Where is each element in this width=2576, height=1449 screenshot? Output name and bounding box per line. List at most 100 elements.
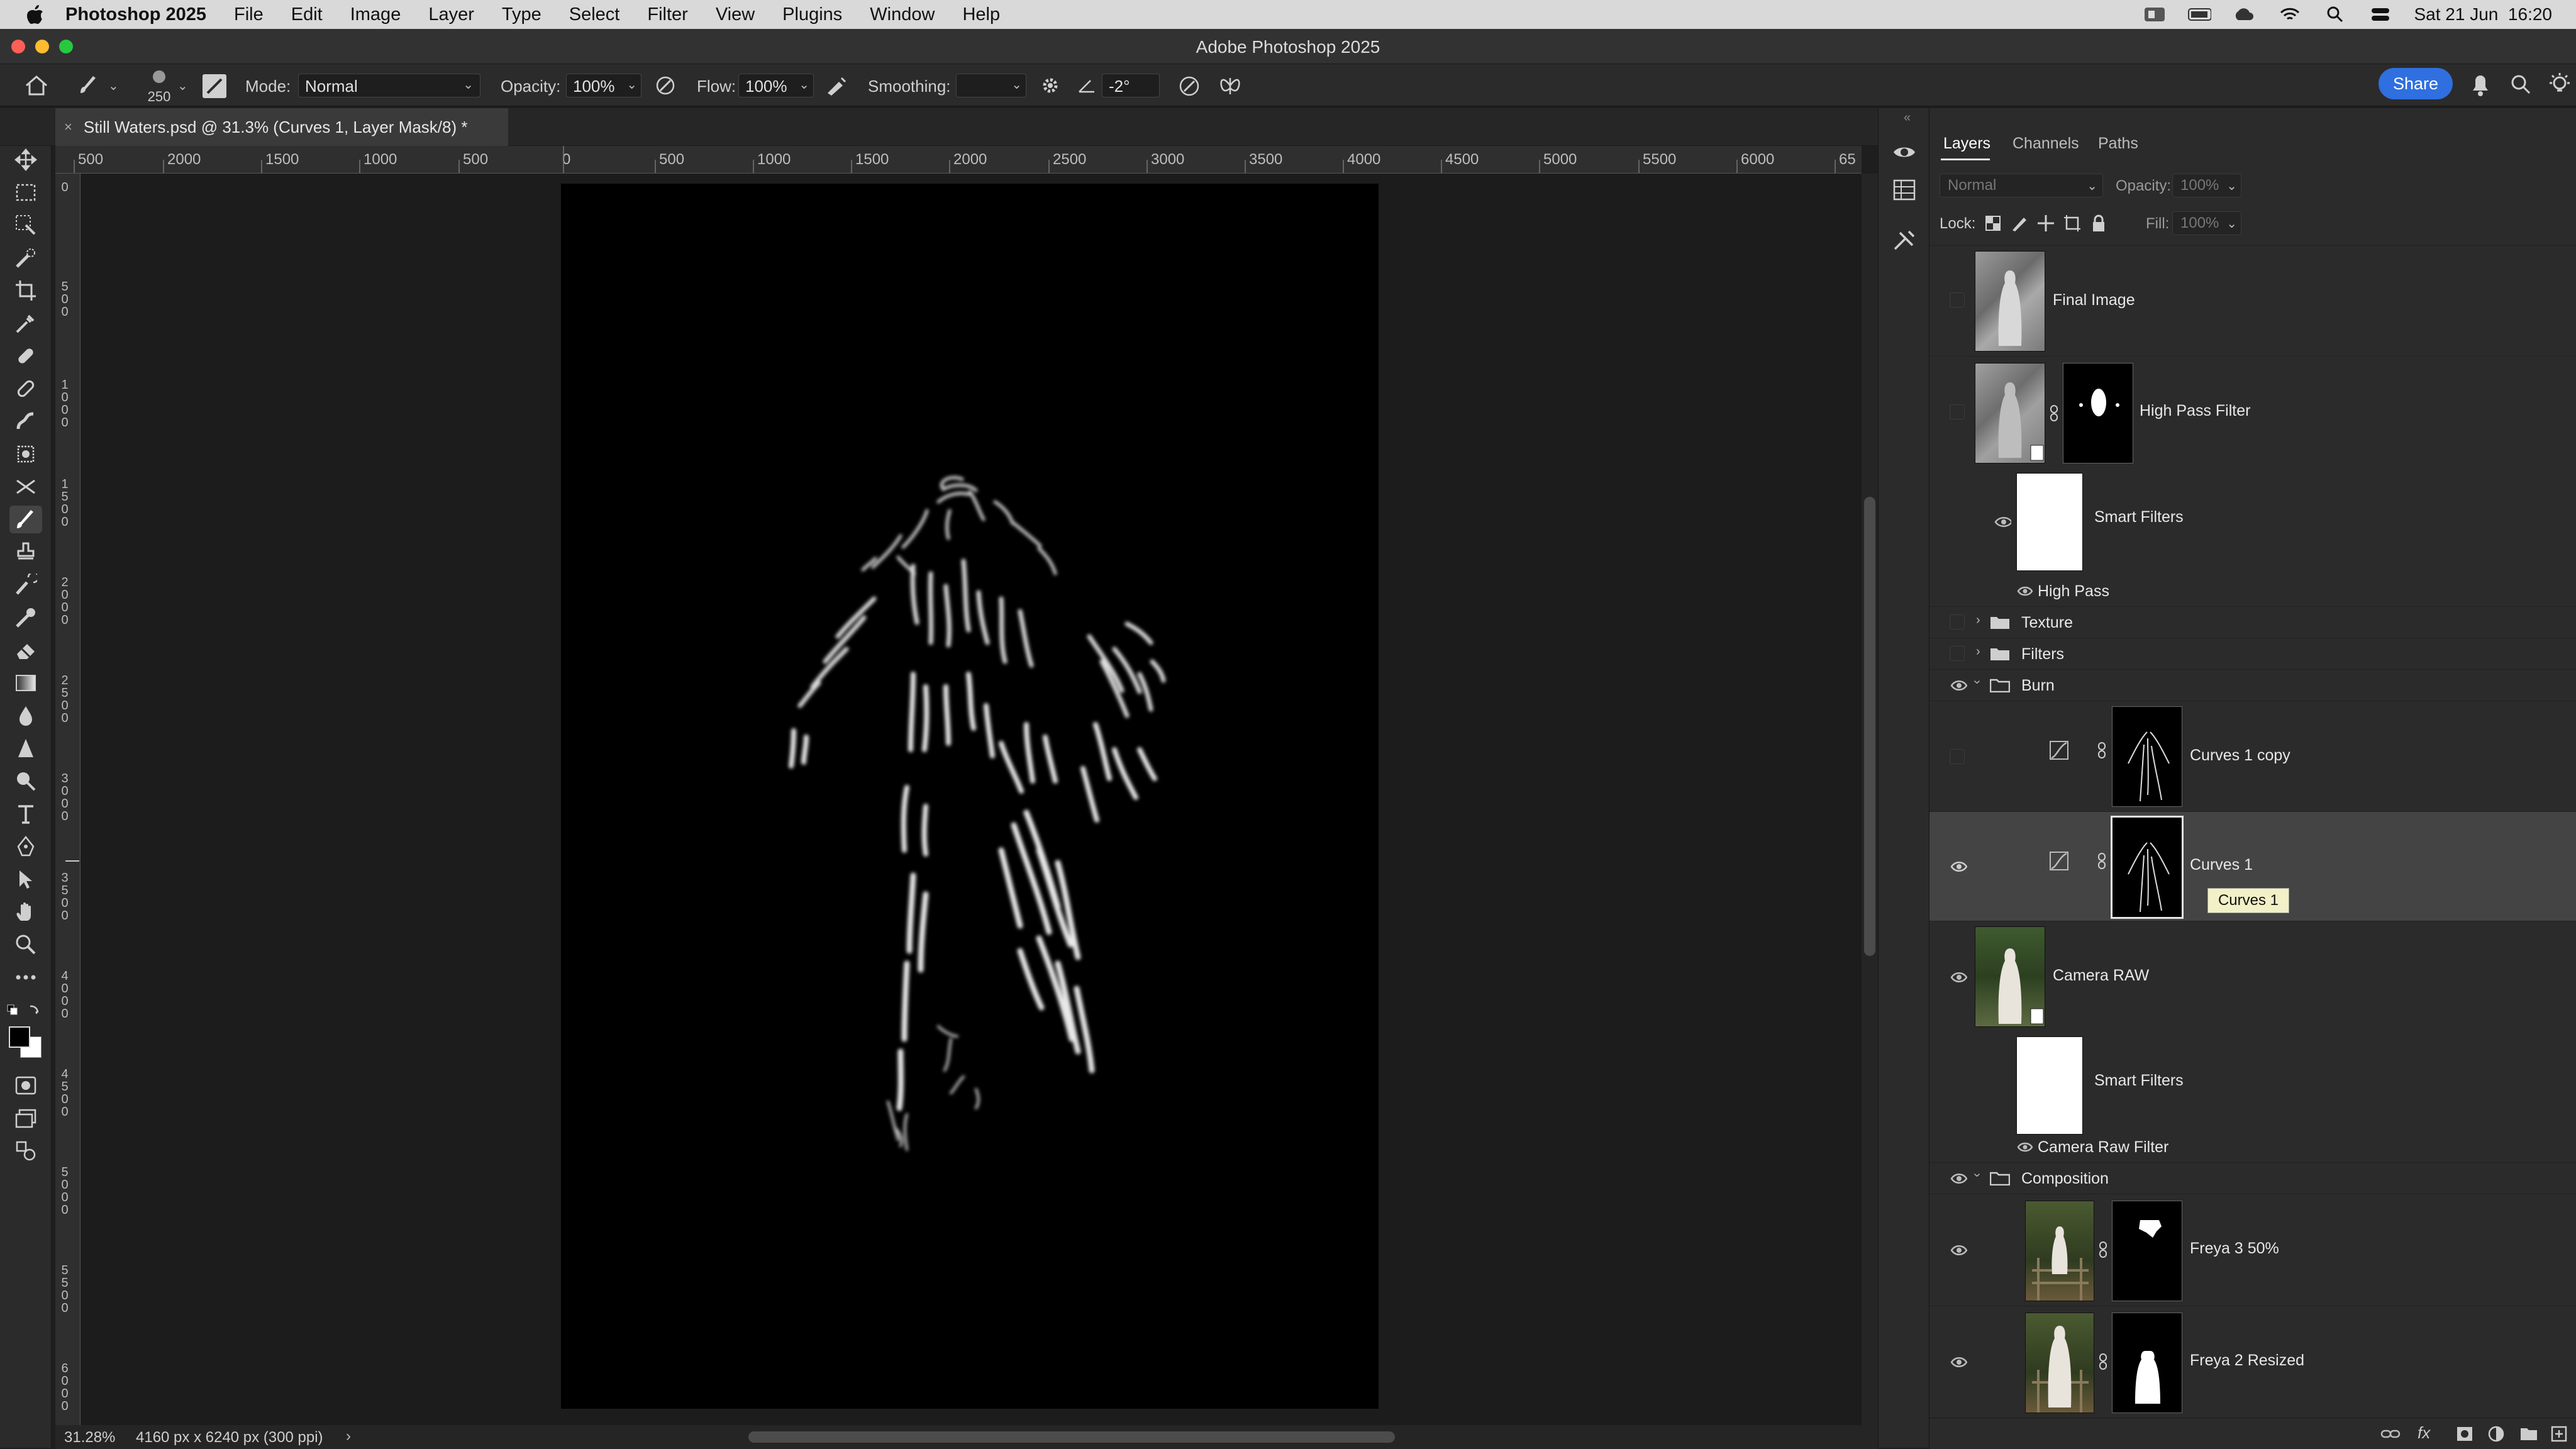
menu-view[interactable]: View: [716, 4, 755, 25]
more-tools-icon[interactable]: [9, 963, 42, 991]
healing-brush-tool-icon[interactable]: [9, 375, 42, 402]
layer-row-filters-group[interactable]: › Filters: [1929, 638, 2576, 669]
quick-mask-mode-icon[interactable]: [9, 1072, 42, 1099]
object-selection-tool-icon[interactable]: [9, 211, 42, 239]
document-info[interactable]: 4160 px x 6240 px (300 ppi): [136, 1429, 323, 1446]
discover-lightbulb-icon[interactable]: [2547, 72, 2572, 97]
menu-layer[interactable]: Layer: [428, 4, 474, 25]
spotlight-search-icon[interactable]: [2323, 5, 2347, 24]
smoothing-input[interactable]: ⌄: [956, 74, 1026, 97]
layer-name[interactable]: Freya 3 50%: [2190, 1240, 2279, 1258]
layer-row-camera-raw[interactable]: Camera RAW: [1929, 921, 2576, 1033]
visibility-eye-icon[interactable]: [1950, 1170, 1967, 1188]
layer-row-freya-2-resized[interactable]: Freya 2 Resized: [1929, 1306, 2576, 1418]
group-expand-chevron-icon[interactable]: ›: [1976, 613, 1980, 628]
menu-file[interactable]: File: [234, 4, 264, 25]
menu-plugins[interactable]: Plugins: [782, 4, 842, 25]
new-layer-icon[interactable]: [2550, 1424, 2568, 1443]
eyedropper-tool-icon[interactable]: [9, 309, 42, 337]
layer-thumbnail[interactable]: [2025, 1201, 2094, 1301]
layer-name[interactable]: Camera Raw Filter: [2038, 1138, 2168, 1157]
layer-name[interactable]: Composition: [2021, 1170, 2109, 1188]
visibility-eye-icon[interactable]: [1950, 1242, 1967, 1260]
menu-image[interactable]: Image: [350, 4, 401, 25]
panel-collapse-icon[interactable]: «: [1904, 111, 1911, 125]
brush-size-chevron-icon[interactable]: ⌄: [177, 78, 188, 94]
vertical-ruler[interactable]: 0 500 1000 1500 2000 2500 3000 3500 4000…: [55, 174, 80, 1425]
visibility-eye-icon[interactable]: [1950, 969, 1967, 987]
brush-settings-toggle-icon[interactable]: [203, 74, 226, 98]
layer-thumbnail[interactable]: [1975, 251, 2045, 352]
mixer-brush-tool-icon[interactable]: [9, 604, 42, 631]
curves-adjustment-icon[interactable]: [2049, 740, 2069, 760]
status-info-arrow-icon[interactable]: ›: [346, 1428, 351, 1445]
menu-window[interactable]: Window: [870, 4, 935, 25]
fill-input[interactable]: 100% ⌄: [2172, 211, 2241, 235]
add-layer-mask-icon[interactable]: [2455, 1424, 2474, 1443]
mask-link-icon[interactable]: [2049, 404, 2059, 422]
layer-opacity-input[interactable]: 100% ⌄: [2172, 174, 2241, 197]
menu-clock[interactable]: Sat 21 Jun 16:20: [2414, 4, 2552, 25]
blend-mode-select[interactable]: Normal ⌄: [1940, 174, 2103, 197]
tool-properties-panel-icon[interactable]: [1891, 228, 1918, 253]
layer-name[interactable]: Freya 2 Resized: [2190, 1352, 2304, 1370]
filter-visibility-eye-icon[interactable]: [2016, 1140, 2034, 1155]
foreground-color-swatch[interactable]: [9, 1026, 30, 1048]
layer-row-high-pass[interactable]: High Pass: [1929, 576, 2576, 606]
marquee-tool-icon[interactable]: [9, 179, 42, 206]
group-collapse-chevron-icon[interactable]: ›: [1970, 680, 1984, 684]
edit-toolbar-icon[interactable]: [9, 1137, 42, 1165]
mode-select[interactable]: Normal ⌄: [298, 74, 480, 97]
move-tool-icon[interactable]: [9, 146, 42, 174]
menu-help[interactable]: Help: [962, 4, 1000, 25]
visibility-eye-icon[interactable]: [1950, 1354, 1967, 1372]
filter-visibility-eye-icon[interactable]: [2016, 584, 2034, 599]
menu-type[interactable]: Type: [502, 4, 541, 25]
clone-stamp-tool-icon[interactable]: [9, 538, 42, 566]
quick-selection-tool-icon[interactable]: [9, 244, 42, 272]
smoothing-settings-gear-icon[interactable]: [1039, 74, 1062, 97]
layer-row-curves-1-copy[interactable]: Curves 1 copy: [1929, 701, 2576, 811]
layer-thumbnail[interactable]: [2025, 1313, 2094, 1413]
flow-chevron-icon[interactable]: ⌄: [799, 77, 809, 92]
layer-name[interactable]: High Pass Filter: [2140, 402, 2250, 420]
zoom-level[interactable]: 31.28%: [64, 1429, 115, 1446]
screen-mode-icon[interactable]: [9, 1104, 42, 1132]
content-aware-move-tool-icon[interactable]: [9, 440, 42, 468]
layer-mask-thumbnail-selected[interactable]: [2111, 816, 2184, 919]
patch-tool-icon[interactable]: [9, 408, 42, 435]
layer-row-composition-group[interactable]: › Composition: [1929, 1162, 2576, 1194]
menu-app-name[interactable]: Photoshop 2025: [65, 4, 206, 25]
zoom-tool-icon[interactable]: [9, 931, 42, 958]
symmetry-butterfly-icon[interactable]: [1218, 73, 1243, 98]
history-brush-tool-icon[interactable]: [9, 571, 42, 599]
layer-mask-thumbnail[interactable]: [2112, 1201, 2182, 1301]
creative-cloud-icon[interactable]: [2233, 5, 2257, 24]
type-tool-icon[interactable]: [9, 800, 42, 828]
layer-row-final-image[interactable]: Final Image: [1929, 245, 2576, 356]
layer-row-texture-group[interactable]: › Texture: [1929, 606, 2576, 638]
curves-adjustment-icon[interactable]: [2049, 851, 2069, 871]
new-adjustment-layer-icon[interactable]: [2487, 1424, 2506, 1443]
visibility-toggle[interactable]: [1950, 749, 1965, 764]
group-expand-chevron-icon[interactable]: ›: [1976, 645, 1980, 659]
layer-mask-thumbnail[interactable]: [2112, 1313, 2182, 1413]
tab-channels[interactable]: Channels: [2012, 135, 2079, 153]
mask-link-icon[interactable]: [2098, 1353, 2108, 1370]
horizontal-ruler[interactable]: 500 2000 1500 1000 500 0 500 1000 1500 2…: [55, 146, 1862, 174]
layer-row-smart-filters-2[interactable]: Smart Filters: [1929, 1033, 2576, 1140]
brush-tool-icon[interactable]: [9, 506, 42, 533]
apple-menu-icon[interactable]: [24, 3, 47, 26]
layer-row-smart-filters[interactable]: Smart Filters: [1929, 469, 2576, 576]
layer-mask-thumbnail[interactable]: [2063, 363, 2133, 464]
mask-link-icon[interactable]: [2097, 852, 2107, 870]
layer-thumbnail[interactable]: [1975, 363, 2045, 464]
add-layer-style-fx-icon[interactable]: fx: [2418, 1423, 2430, 1443]
lock-position-icon[interactable]: [2036, 214, 2055, 233]
pressure-size-icon[interactable]: [1177, 74, 1201, 98]
mask-link-icon[interactable]: [2098, 1241, 2108, 1258]
opacity-chevron-icon[interactable]: ⌄: [626, 77, 637, 92]
path-selection-tool-icon[interactable]: [9, 865, 42, 893]
menu-select[interactable]: Select: [569, 4, 620, 25]
brush-size-picker[interactable]: 250: [137, 68, 181, 106]
